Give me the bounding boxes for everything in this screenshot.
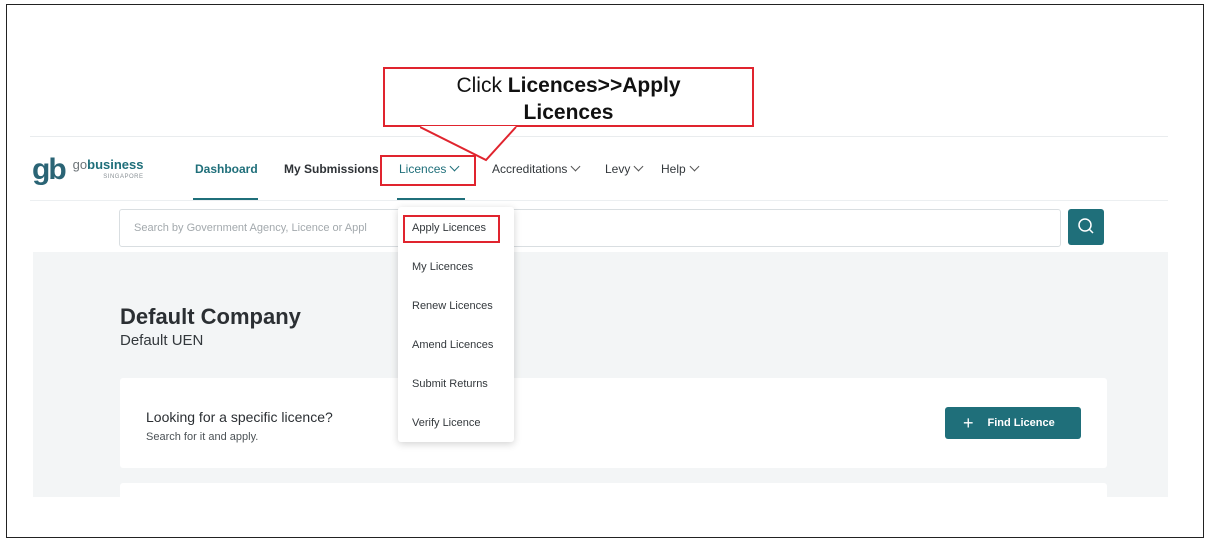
callout-bold-line1: Licences>>Apply — [507, 74, 681, 97]
menu-item-renew-licences[interactable]: Renew Licences — [412, 300, 493, 312]
nav-licences-underline — [397, 198, 465, 200]
chevron-down-icon — [633, 161, 644, 172]
company-name: Default Company — [120, 304, 301, 329]
callout-text: Click Licences>>Apply Licences — [385, 69, 752, 126]
menu-item-submit-returns[interactable]: Submit Returns — [412, 378, 488, 390]
chevron-down-icon — [689, 161, 700, 172]
instruction-callout: Click Licences>>Apply Licences — [383, 67, 754, 127]
card-title: Looking for a specific licence? — [146, 409, 333, 425]
menu-item-my-licences[interactable]: My Licences — [412, 261, 473, 273]
nav-dashboard-underline — [193, 198, 258, 200]
card-subtitle: Search for it and apply. — [146, 431, 259, 443]
search-input[interactable]: Search by Government Agency, Licence or … — [119, 209, 1061, 247]
nav-help[interactable]: Help — [661, 161, 700, 176]
logo-subtitle: SINGAPORE — [103, 174, 144, 180]
callout-pointer — [420, 126, 517, 162]
top-navigation: gb gobusiness SINGAPORE Dashboard My Sub… — [30, 137, 1168, 201]
plus-icon: + — [963, 413, 974, 433]
callout-prefix: Click — [456, 74, 508, 97]
search-icon — [1078, 218, 1094, 234]
nav-dashboard[interactable]: Dashboard — [195, 162, 258, 176]
logo-text: gobusiness SINGAPORE — [72, 157, 144, 183]
gobusiness-logo[interactable]: gb gobusiness SINGAPORE — [32, 153, 144, 186]
menu-item-verify-licence[interactable]: Verify Licence — [412, 417, 480, 429]
find-licence-button[interactable]: + Find Licence — [945, 407, 1081, 439]
chevron-down-icon — [570, 161, 581, 172]
logo-name-prefix: go — [72, 157, 88, 172]
company-uen: Default UEN — [120, 332, 204, 349]
logo-mark: gb — [32, 153, 67, 186]
find-licence-label: Find Licence — [987, 417, 1055, 429]
next-card — [120, 483, 1107, 497]
nav-levy[interactable]: Levy — [605, 161, 644, 176]
logo-name-bold: business — [87, 157, 144, 172]
apply-licences-highlight-box — [403, 215, 500, 243]
nav-my-submissions[interactable]: My Submissions — [284, 162, 379, 176]
menu-item-amend-licences[interactable]: Amend Licences — [412, 339, 493, 351]
search-button[interactable] — [1068, 209, 1104, 245]
callout-bold-line2: Licences — [523, 101, 614, 124]
